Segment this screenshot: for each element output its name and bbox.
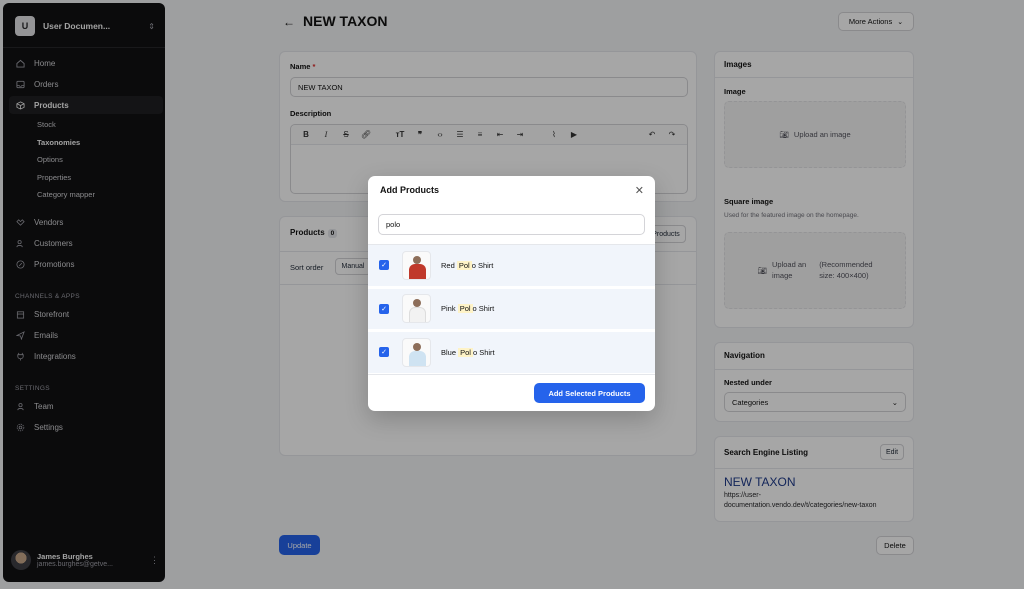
product-thumbnail — [402, 294, 431, 324]
search-match-highlight: Pol — [456, 260, 472, 270]
product-results-list: ✓ Red Pol o Shirt ✓ Pink Pol o Shirt ✓ Blu… — [368, 244, 655, 376]
product-thumbnail — [402, 337, 431, 367]
product-thumbnail — [402, 250, 431, 280]
product-search-input[interactable]: polo — [378, 214, 645, 235]
modal-title: Add Products — [380, 185, 440, 195]
add-selected-products-button[interactable]: Add Selected Products — [534, 383, 645, 403]
modal-footer: Add Selected Products — [368, 374, 655, 411]
checkbox-checked[interactable]: ✓ — [379, 260, 389, 271]
checkbox-checked[interactable]: ✓ — [379, 303, 389, 314]
product-name: Pink Pol o Shirt — [441, 304, 495, 314]
list-item[interactable]: ✓ Red Pol o Shirt — [368, 245, 655, 289]
product-name: Red Pol o Shirt — [441, 260, 494, 270]
list-item[interactable]: ✓ Blue Pol o Shirt — [368, 332, 655, 376]
close-icon[interactable]: ✕ — [635, 184, 644, 197]
search-match-highlight: Pol — [457, 304, 473, 314]
add-products-modal: Add Products ✕ polo ✓ Red Pol o Shirt ✓ P… — [368, 176, 655, 411]
checkbox-checked[interactable]: ✓ — [379, 347, 389, 358]
search-match-highlight: Pol — [458, 347, 473, 357]
list-item[interactable]: ✓ Pink Pol o Shirt — [368, 288, 655, 332]
product-name: Blue Pol o Shirt — [441, 347, 495, 357]
